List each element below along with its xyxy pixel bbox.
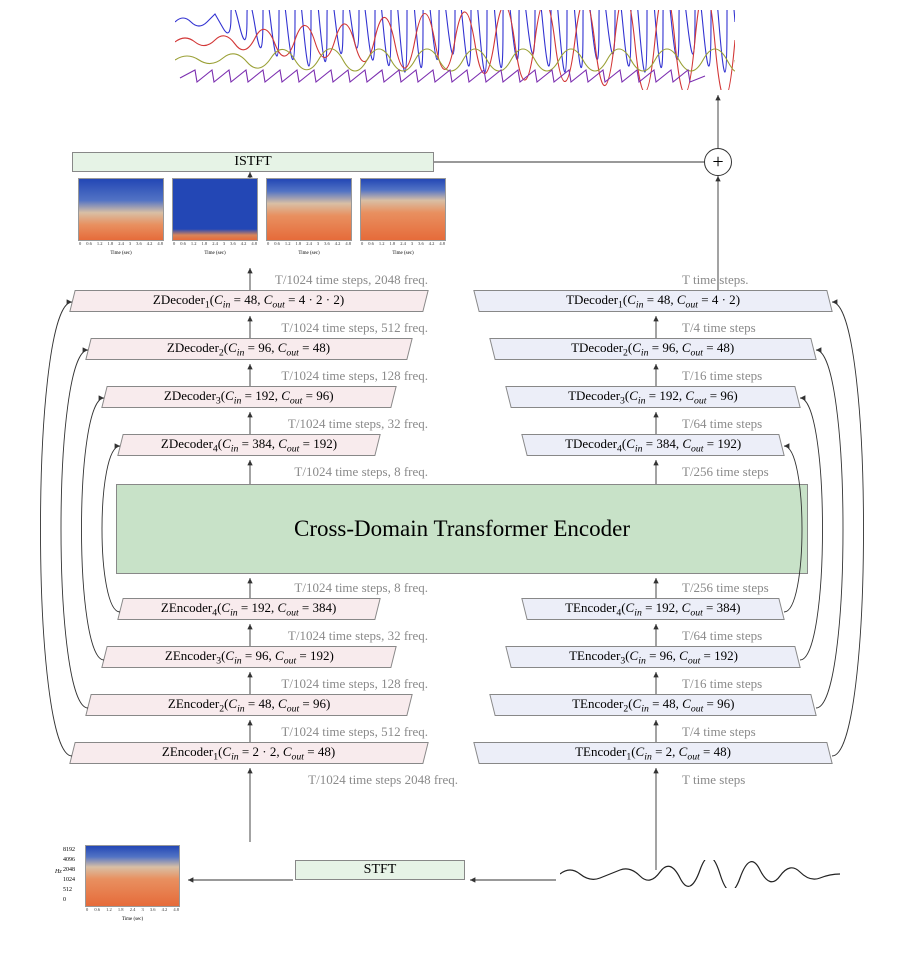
spec-out-1: 00.61.21.82.433.64.24.8Time (sec) bbox=[78, 178, 164, 256]
z-encoder-4: ZEncoder4(Cin = 192, Cout = 384) bbox=[117, 598, 380, 620]
spec-yaxis: 81924096204810245120 bbox=[63, 845, 75, 905]
t-decoder-3: TDecoder3(Cin = 192, Cout = 96) bbox=[505, 386, 800, 408]
cross-domain-transformer: Cross-Domain Transformer Encoder bbox=[116, 484, 808, 574]
t-enc-3-step: T/64 time steps bbox=[682, 628, 762, 644]
z-encoder-1: ZEncoder1(Cin = 2 · 2, Cout = 48) bbox=[69, 742, 428, 764]
z-dec-3-step: T/1024 time steps, 128 freq. bbox=[281, 368, 428, 384]
t-mid-step: T/256 time steps bbox=[682, 464, 769, 480]
plus-icon: + bbox=[712, 151, 723, 174]
z-dec-1-step: T/1024 time steps, 2048 freq. bbox=[275, 272, 428, 288]
output-spectrograms: 00.61.21.82.433.64.24.8Time (sec) 00.61.… bbox=[78, 178, 446, 256]
transformer-label: Cross-Domain Transformer Encoder bbox=[294, 516, 630, 542]
t-dec-2-step: T/4 time steps bbox=[682, 320, 756, 336]
z-decoder-2: ZDecoder2(Cin = 96, Cout = 48) bbox=[85, 338, 412, 360]
z-dec-2-step: T/1024 time steps, 512 freq. bbox=[281, 320, 428, 336]
z-decoder-1: ZDecoder1(Cin = 48, Cout = 4 · 2 · 2) bbox=[69, 290, 428, 312]
t-in-step: T time steps bbox=[682, 772, 745, 788]
z-enc-3-step: T/1024 time steps, 32 freq. bbox=[288, 628, 428, 644]
t-enc-1-step: T/4 time steps bbox=[682, 724, 756, 740]
z-decoder-4: ZDecoder4(Cin = 384, Cout = 192) bbox=[117, 434, 380, 456]
z-dec-4-step: T/1024 time steps, 32 freq. bbox=[288, 416, 428, 432]
t-encoder-4: TEncoder4(Cin = 192, Cout = 384) bbox=[521, 598, 784, 620]
encoder-stack: T/1024 time steps, 8 freq. T/256 time st… bbox=[58, 598, 858, 810]
t-encoder-3: TEncoder3(Cin = 96, Cout = 192) bbox=[505, 646, 800, 668]
t-decoder-1: TDecoder1(Cin = 48, Cout = 4 · 2) bbox=[473, 290, 832, 312]
t-enc-2-step: T/16 time steps bbox=[682, 676, 762, 692]
z-in-step: T/1024 time steps 2048 freq. bbox=[308, 772, 458, 788]
t-dec-4-step: T/64 time steps bbox=[682, 416, 762, 432]
t-decoder-4: TDecoder4(Cin = 384, Cout = 192) bbox=[521, 434, 784, 456]
z-mid-step: T/1024 time steps, 8 freq. bbox=[294, 464, 428, 480]
stft-label: STFT bbox=[364, 862, 397, 878]
t-dec-3-step: T/16 time steps bbox=[682, 368, 762, 384]
z-encoder-2: ZEncoder2(Cin = 48, Cout = 96) bbox=[85, 694, 412, 716]
stft-block: STFT bbox=[295, 860, 465, 880]
istft-block: ISTFT bbox=[72, 152, 434, 172]
input-waveform bbox=[560, 860, 840, 893]
z-decoder-3: ZDecoder3(Cin = 192, Cout = 96) bbox=[101, 386, 396, 408]
t-encoder-2: TEncoder2(Cin = 48, Cout = 96) bbox=[489, 694, 816, 716]
input-spectrogram: 81924096204810245120 Hz 00.61.21.82.433.… bbox=[85, 845, 180, 922]
spec-out-3: 00.61.21.82.433.64.24.8Time (sec) bbox=[266, 178, 352, 256]
z-enc-4-step: T/1024 time steps, 8 freq. bbox=[294, 580, 428, 596]
t-encoder-1: TEncoder1(Cin = 2, Cout = 48) bbox=[473, 742, 832, 764]
z-enc-1-step: T/1024 time steps, 512 freq. bbox=[281, 724, 428, 740]
t-decoder-2: TDecoder2(Cin = 96, Cout = 48) bbox=[489, 338, 816, 360]
output-waveforms bbox=[175, 10, 735, 85]
istft-label: ISTFT bbox=[234, 154, 271, 170]
spec-out-2: 00.61.21.82.433.64.24.8Time (sec) bbox=[172, 178, 258, 256]
z-encoder-3: ZEncoder3(Cin = 96, Cout = 192) bbox=[101, 646, 396, 668]
istft-row: ISTFT + bbox=[72, 152, 832, 172]
decoder-stack: T/1024 time steps, 2048 freq. T time ste… bbox=[58, 290, 858, 502]
t-enc-4-step: T/256 time steps bbox=[682, 580, 769, 596]
z-enc-2-step: T/1024 time steps, 128 freq. bbox=[281, 676, 428, 692]
spec-out-4: 00.61.21.82.433.64.24.8Time (sec) bbox=[360, 178, 446, 256]
spec-ylabel: Hz bbox=[55, 869, 62, 875]
t-dec-1-step: T time steps. bbox=[682, 272, 749, 288]
sum-node: + bbox=[704, 148, 732, 176]
